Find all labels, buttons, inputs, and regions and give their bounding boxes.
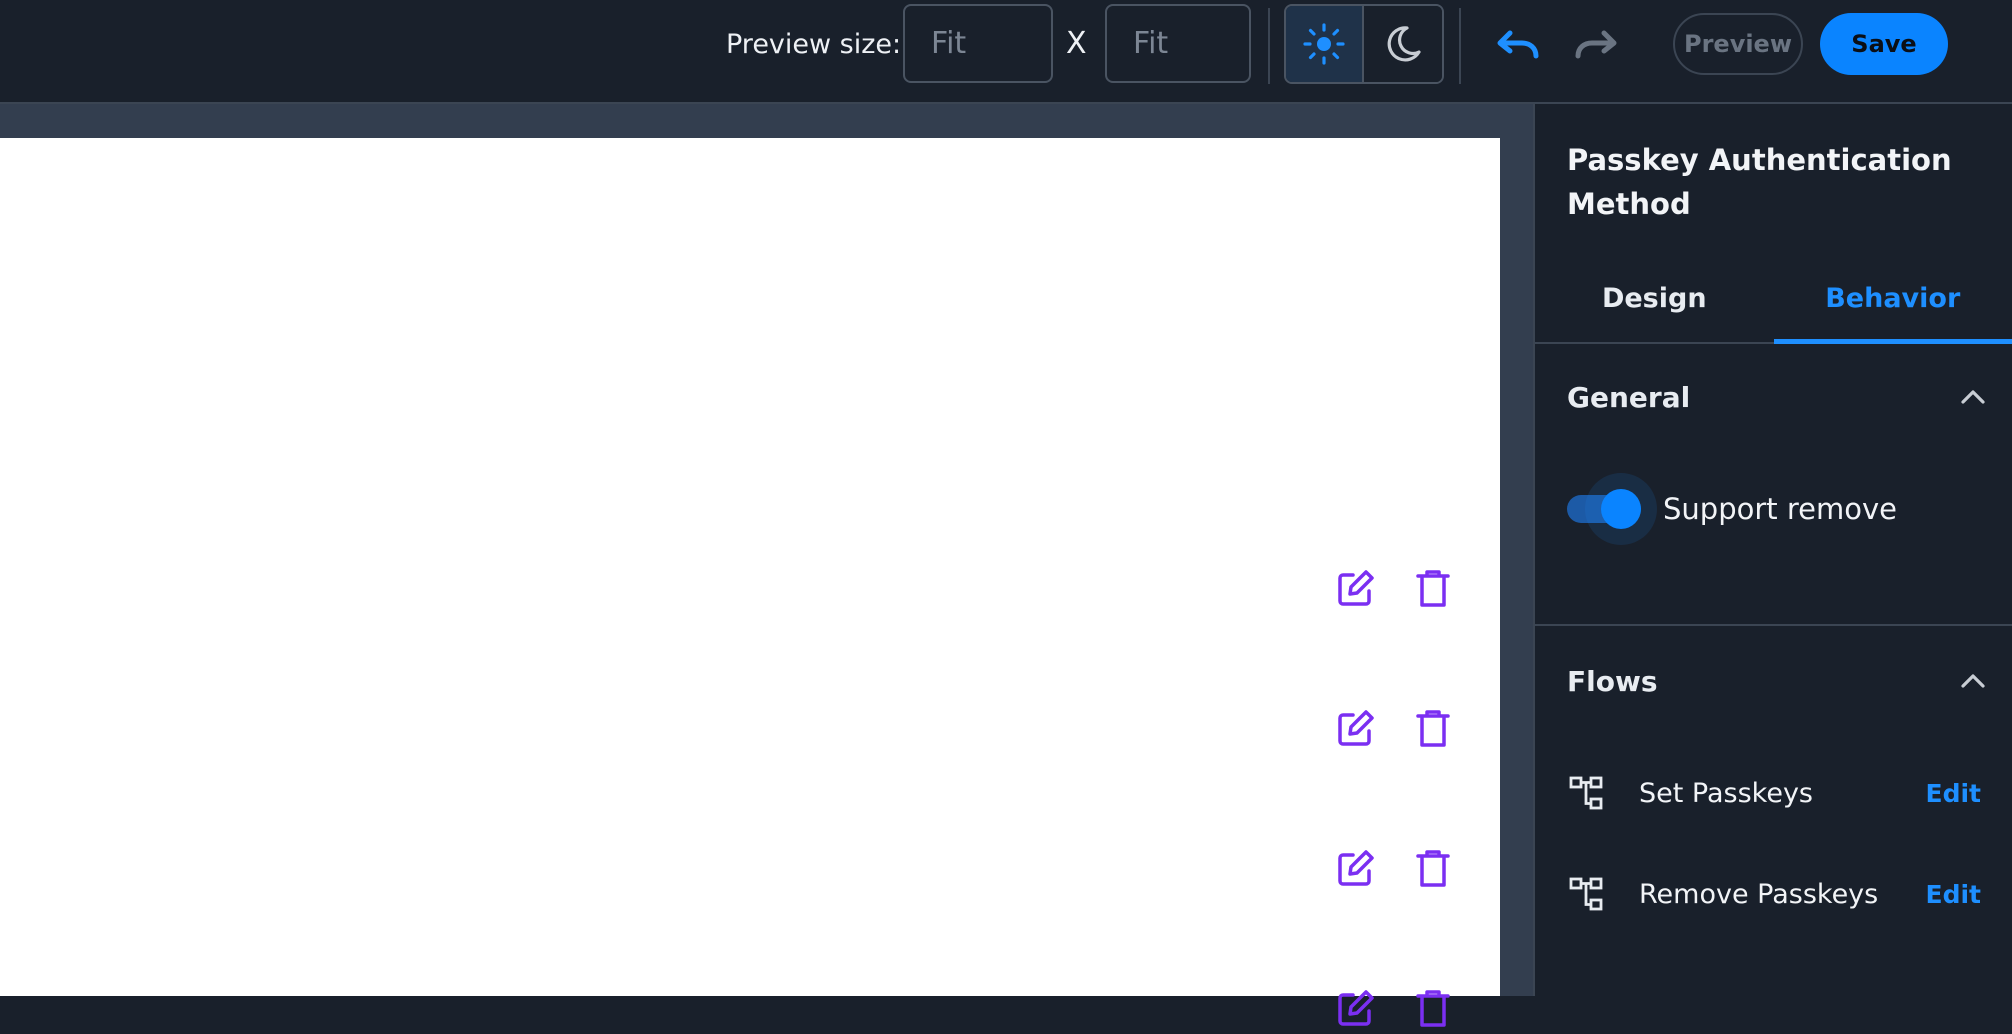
moon-icon <box>1381 22 1425 66</box>
general-section-label: General <box>1567 381 1690 414</box>
dark-theme-button[interactable] <box>1364 6 1442 82</box>
edit-flow-link[interactable]: Edit <box>1926 880 1982 909</box>
canvas-area <box>0 104 1533 996</box>
edit-icon <box>1335 849 1375 889</box>
trash-icon <box>1415 849 1451 889</box>
edit-flow-link[interactable]: Edit <box>1926 779 1982 808</box>
properties-panel: Passkey Authentication Method Design Beh… <box>1533 104 2012 996</box>
toolbar-divider <box>1268 8 1270 84</box>
delete-row-button[interactable] <box>1408 704 1458 754</box>
panel-title: Passkey Authentication Method <box>1567 138 1987 226</box>
edit-icon <box>1335 989 1375 1029</box>
support-remove-row: Support remove <box>1567 474 1987 544</box>
theme-toggle-group <box>1284 4 1444 84</box>
undo-icon <box>1494 29 1540 61</box>
toggle-knob <box>1601 489 1641 529</box>
support-remove-toggle[interactable] <box>1567 491 1641 527</box>
flow-item-remove-passkeys: Remove Passkeys Edit <box>1567 869 1987 919</box>
flow-name: Remove Passkeys <box>1639 879 1926 910</box>
flow-name: Set Passkeys <box>1639 778 1926 809</box>
trash-icon <box>1415 709 1451 749</box>
redo-icon <box>1574 29 1620 61</box>
preview-size-label: Preview size: <box>726 28 901 62</box>
trash-icon <box>1415 989 1451 1029</box>
row-actions <box>1330 844 1460 894</box>
chevron-up-icon <box>1959 672 1987 690</box>
flow-icon <box>1567 773 1607 813</box>
save-button[interactable]: Save <box>1820 13 1948 75</box>
edit-row-button[interactable] <box>1330 984 1380 1034</box>
sun-icon <box>1302 22 1346 66</box>
edit-row-button[interactable] <box>1330 564 1380 614</box>
edit-row-button[interactable] <box>1330 704 1380 754</box>
flows-section-label: Flows <box>1567 665 1658 698</box>
support-remove-label: Support remove <box>1663 492 1897 526</box>
edit-row-button[interactable] <box>1330 844 1380 894</box>
toolbar-divider <box>1459 8 1461 84</box>
canvas-page <box>0 138 1500 996</box>
edit-icon <box>1335 709 1375 749</box>
row-actions <box>1330 984 1460 1034</box>
undo-button[interactable] <box>1492 24 1542 66</box>
top-toolbar: Preview size: X <box>0 0 2012 104</box>
delete-row-button[interactable] <box>1408 564 1458 614</box>
flow-icon <box>1567 874 1607 914</box>
tab-behavior[interactable]: Behavior <box>1774 254 2012 342</box>
panel-tabs: Design Behavior <box>1535 254 2012 344</box>
light-theme-button[interactable] <box>1286 6 1364 82</box>
delete-row-button[interactable] <box>1408 844 1458 894</box>
delete-row-button[interactable] <box>1408 984 1458 1034</box>
flows-section-header[interactable]: Flows <box>1567 656 1987 706</box>
general-section-header[interactable]: General <box>1567 372 1987 422</box>
chevron-up-icon <box>1959 388 1987 406</box>
preview-width-input[interactable] <box>903 4 1053 83</box>
edit-icon <box>1335 569 1375 609</box>
preview-button[interactable]: Preview <box>1673 13 1803 75</box>
preview-height-input[interactable] <box>1105 4 1251 83</box>
redo-button[interactable] <box>1572 24 1622 66</box>
row-actions <box>1330 704 1460 754</box>
tab-design[interactable]: Design <box>1535 254 1774 342</box>
size-separator: X <box>1066 26 1087 61</box>
flow-item-set-passkeys: Set Passkeys Edit <box>1567 768 1987 818</box>
section-divider <box>1535 624 2012 626</box>
row-actions <box>1330 564 1460 614</box>
trash-icon <box>1415 569 1451 609</box>
